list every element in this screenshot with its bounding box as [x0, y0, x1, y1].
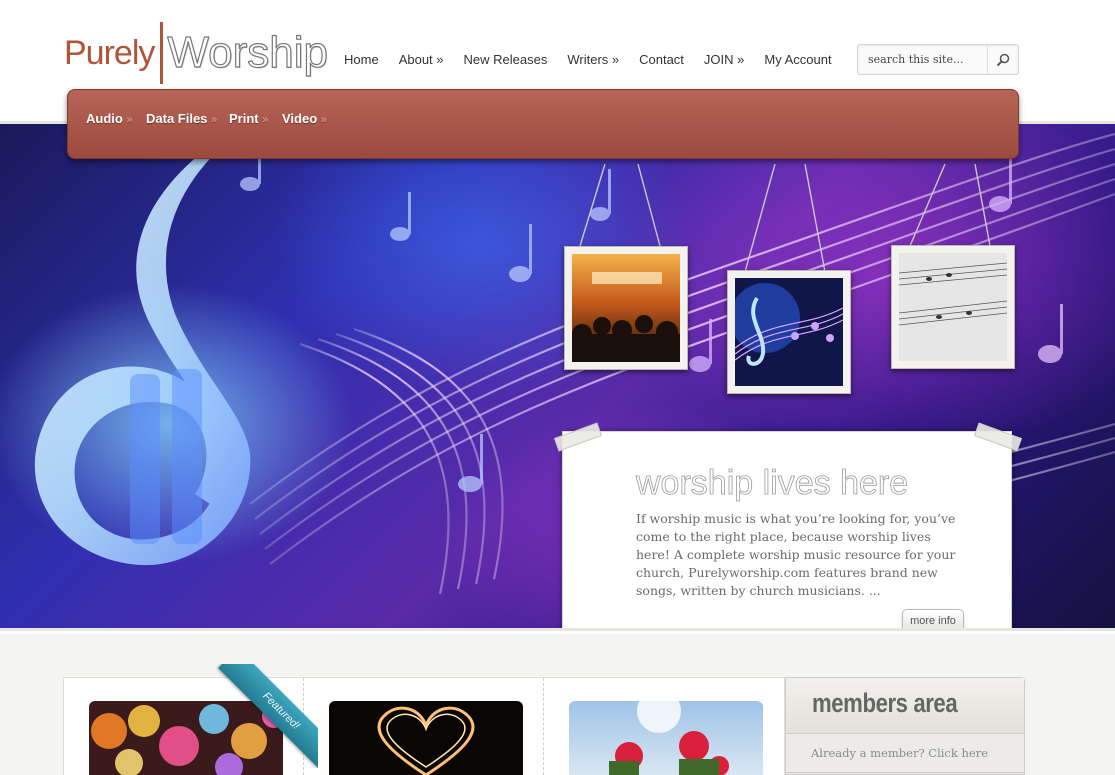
hero-banner: worship lives here If worship music is w… [0, 121, 1115, 631]
search-button[interactable] [987, 45, 1018, 74]
featured-thumbnail-flowers[interactable] [569, 701, 763, 775]
category-data-files[interactable]: Data Files » [146, 111, 217, 126]
featured-ribbon: Featured! [214, 664, 318, 768]
site-logo[interactable]: Purely Worship [64, 22, 329, 84]
photo-frame-notes [727, 270, 851, 394]
category-video[interactable]: Video » [282, 111, 327, 126]
members-area-header: members area [786, 678, 1024, 734]
category-audio-label: Audio [86, 111, 123, 126]
featured-thumbnail-heart[interactable] [329, 701, 523, 775]
nav-my-account[interactable]: My Account [764, 52, 831, 67]
nav-join[interactable]: JOIN » [704, 52, 744, 67]
photo-frame-concert [564, 246, 688, 370]
column-divider [543, 678, 544, 775]
nav-new-releases[interactable]: New Releases [464, 52, 548, 67]
category-video-label: Video [282, 111, 318, 126]
sparkler-heart-image [329, 701, 523, 775]
members-login-link[interactable]: Already a member? Click here [811, 746, 988, 760]
category-data-files-label: Data Files [146, 111, 208, 126]
category-audio[interactable]: Audio » [86, 111, 133, 126]
magnifier-icon [996, 53, 1010, 66]
members-area-title: members area [812, 688, 958, 718]
more-info-button[interactable]: more info [902, 609, 964, 628]
members-divider [786, 772, 1024, 773]
concert-crowd-image [572, 254, 680, 362]
category-arrow: » [320, 114, 327, 126]
logo-text-purely: Purely [64, 33, 155, 72]
category-navigation: Audio » Data Files » Print » Video » [67, 89, 1019, 159]
photo-frame-sheet-music [891, 245, 1015, 369]
treble-clef-glow [34, 144, 251, 566]
members-area-box: members area Already a member? Click her… [785, 677, 1025, 775]
category-print-label: Print [229, 111, 259, 126]
sheet-music-image [898, 253, 1008, 361]
category-arrow: » [211, 114, 218, 126]
nav-about[interactable]: About » [399, 52, 444, 67]
category-arrow: » [262, 114, 269, 126]
search-box [857, 44, 1019, 75]
red-flowers-image [569, 701, 763, 775]
category-arrow: » [126, 114, 133, 126]
hero-intro-card: worship lives here If worship music is w… [553, 422, 1023, 628]
top-navigation: Home About » New Releases Writers » Cont… [344, 52, 852, 67]
hero-title: worship lives here [636, 464, 909, 503]
logo-text-worship: Worship [167, 27, 329, 77]
glowing-notes-image [730, 278, 844, 386]
nav-contact[interactable]: Contact [639, 52, 684, 67]
hero-description: If worship music is what you’re looking … [636, 511, 956, 598]
nav-home[interactable]: Home [344, 52, 379, 67]
featured-ribbon-label: Featured! [218, 664, 318, 768]
category-print[interactable]: Print » [229, 111, 268, 126]
search-input[interactable] [858, 45, 987, 74]
nav-writers[interactable]: Writers » [567, 52, 619, 67]
